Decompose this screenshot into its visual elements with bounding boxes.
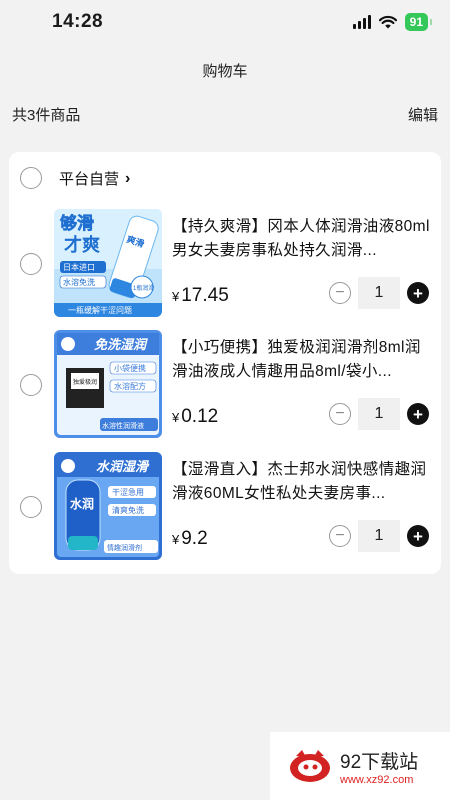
quantity-stepper: − 1 + [329, 520, 429, 552]
increase-quantity-button[interactable]: + [407, 403, 429, 425]
quantity-stepper: − 1 + [329, 398, 429, 430]
svg-text:免洗湿润: 免洗湿润 [94, 337, 148, 352]
svg-text:水溶配方: 水溶配方 [114, 381, 146, 391]
currency-symbol: ¥ [172, 532, 180, 547]
product-price: ¥ 9.2 [172, 528, 208, 550]
quantity-stepper: − 1 + [329, 277, 429, 309]
store-name-link[interactable]: 平台自营 › [59, 168, 130, 189]
store-name: 平台自营 [59, 171, 120, 188]
product-image[interactable]: 够滑 才爽 日本进口 水溶免洗 爽滑 1瓶润滑 一瓶缓解干涩问题 [54, 209, 162, 317]
store-header[interactable]: 平台自营 › [19, 166, 431, 190]
item-select-radio[interactable] [20, 496, 42, 518]
status-bar: 14:28 91 [0, 0, 450, 44]
item-count-text: 共3件商品 [12, 107, 81, 124]
cart-item[interactable]: 免洗湿润 独爱极润 小袋便携 水溶配方 水溶性润滑液 【小巧便携】独爱极润润滑剂… [9, 330, 441, 440]
currency-symbol: ¥ [172, 289, 180, 304]
svg-text:一瓶缓解干涩问题: 一瓶缓解干涩问题 [68, 305, 132, 315]
status-time: 14:28 [52, 11, 104, 32]
item-select-radio[interactable] [20, 253, 42, 275]
currency-symbol: ¥ [172, 410, 180, 425]
quantity-input[interactable]: 1 [358, 398, 400, 430]
watermark-badge: 92下载站 www.xz92.com [270, 732, 450, 800]
product-title[interactable]: 【小巧便携】独爱极润润滑剂8ml润滑油液成人情趣用品8ml/袋小... [172, 336, 436, 384]
decrease-quantity-button[interactable]: − [329, 403, 351, 425]
svg-text:水溶性润滑液: 水溶性润滑液 [102, 421, 144, 430]
watermark-logo-icon [290, 750, 330, 782]
svg-text:干涩急用: 干涩急用 [112, 487, 144, 497]
battery-icon: 91 [404, 13, 433, 31]
product-image[interactable]: 水润湿滑 水润 干涩急用 清爽免洗 情趣润滑剂 [54, 452, 162, 560]
cellular-signal-icon [352, 15, 371, 29]
product-image[interactable]: 免洗湿润 独爱极润 小袋便携 水溶配方 水溶性润滑液 [54, 330, 162, 438]
price-value: 0.12 [181, 406, 219, 427]
cart-store-card: 平台自营 › 够滑 才爽 日本进口 水溶免洗 爽滑 1瓶润滑 一瓶缓解干涩问题 … [9, 152, 441, 574]
svg-text:水润: 水润 [70, 496, 94, 511]
svg-text:情趣润滑剂: 情趣润滑剂 [107, 543, 142, 552]
cart-item[interactable]: 够滑 才爽 日本进口 水溶免洗 爽滑 1瓶润滑 一瓶缓解干涩问题 【持久爽滑】冈… [9, 209, 441, 319]
wifi-icon [378, 15, 397, 29]
svg-text:清爽免洗: 清爽免洗 [112, 505, 144, 515]
product-title[interactable]: 【湿滑直入】杰士邦水润快感情趣润滑液60ML女性私处夫妻房事... [172, 458, 436, 506]
svg-text:水润湿滑: 水润湿滑 [96, 459, 150, 474]
increase-quantity-button[interactable]: + [407, 525, 429, 547]
svg-text:1瓶润滑: 1瓶润滑 [133, 284, 154, 292]
price-value: 9.2 [181, 528, 208, 549]
product-price: ¥ 17.45 [172, 285, 229, 307]
quantity-input[interactable]: 1 [358, 520, 400, 552]
decrease-quantity-button[interactable]: − [329, 525, 351, 547]
svg-text:独爱极润: 独爱极润 [73, 378, 97, 386]
cart-item[interactable]: 水润湿滑 水润 干涩急用 清爽免洗 情趣润滑剂 【湿滑直入】杰士邦水润快感情趣润… [9, 452, 441, 562]
edit-button[interactable]: 编辑 [408, 104, 438, 125]
chevron-right-icon: › [125, 169, 131, 187]
store-select-radio[interactable] [20, 167, 42, 189]
svg-text:日本进口: 日本进口 [63, 262, 95, 272]
item-select-radio[interactable] [20, 374, 42, 396]
increase-quantity-button[interactable]: + [407, 282, 429, 304]
cart-summary-bar: 共3件商品 编辑 [12, 104, 438, 125]
product-title[interactable]: 【持久爽滑】冈本人体润滑油液80ml男女夫妻房事私处持久润滑... [172, 215, 436, 263]
thumb-line2: 才爽 [64, 234, 100, 255]
watermark-title: 92下载站 [340, 751, 419, 773]
status-icons: 91 [352, 13, 433, 31]
watermark-url: www.xz92.com [340, 773, 414, 786]
price-value: 17.45 [181, 285, 229, 306]
svg-text:小袋便携: 小袋便携 [114, 363, 146, 373]
decrease-quantity-button[interactable]: − [329, 282, 351, 304]
thumb-line1: 够滑 [59, 213, 94, 233]
svg-text:水溶免洗: 水溶免洗 [63, 277, 95, 287]
quantity-input[interactable]: 1 [358, 277, 400, 309]
product-price: ¥ 0.12 [172, 406, 218, 428]
page-title: 购物车 [202, 63, 248, 80]
